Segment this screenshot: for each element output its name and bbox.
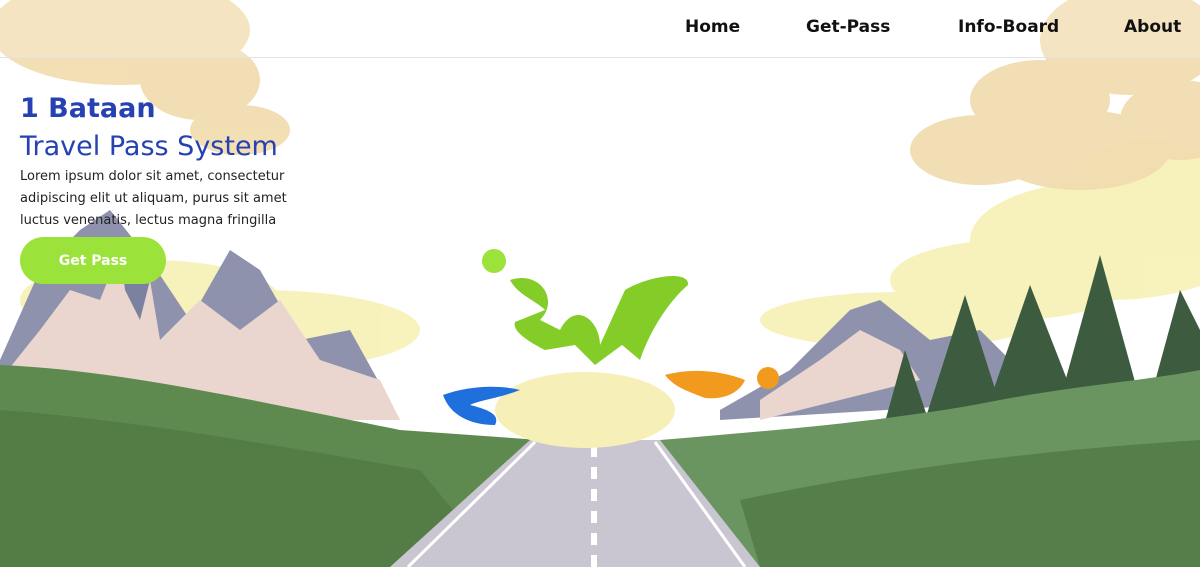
top-navigation-bar: Home Get-Pass Info-Board About [0,0,1200,58]
hero-description-line-3: luctus venenatis, lectus magna fringilla [20,213,277,228]
hero-description-line-2: adipiscing elit ut aliquam, purus sit am… [20,191,287,206]
background-landscape [0,0,1200,567]
get-pass-button[interactable]: Get Pass [20,237,166,284]
nav-about-link[interactable]: About [1124,17,1181,37]
hero-subtitle: Travel Pass System [20,131,278,162]
nav-get-pass-link[interactable]: Get-Pass [806,17,890,37]
hero-section: 1 Bataan Travel Pass System Lorem ipsum … [20,92,350,232]
hero-description-line-1: Lorem ipsum dolor sit amet, consectetur [20,169,285,184]
nav-info-board-link[interactable]: Info-Board [958,17,1059,37]
nav-home-link[interactable]: Home [685,17,740,37]
brand-title: 1 Bataan [20,93,156,124]
